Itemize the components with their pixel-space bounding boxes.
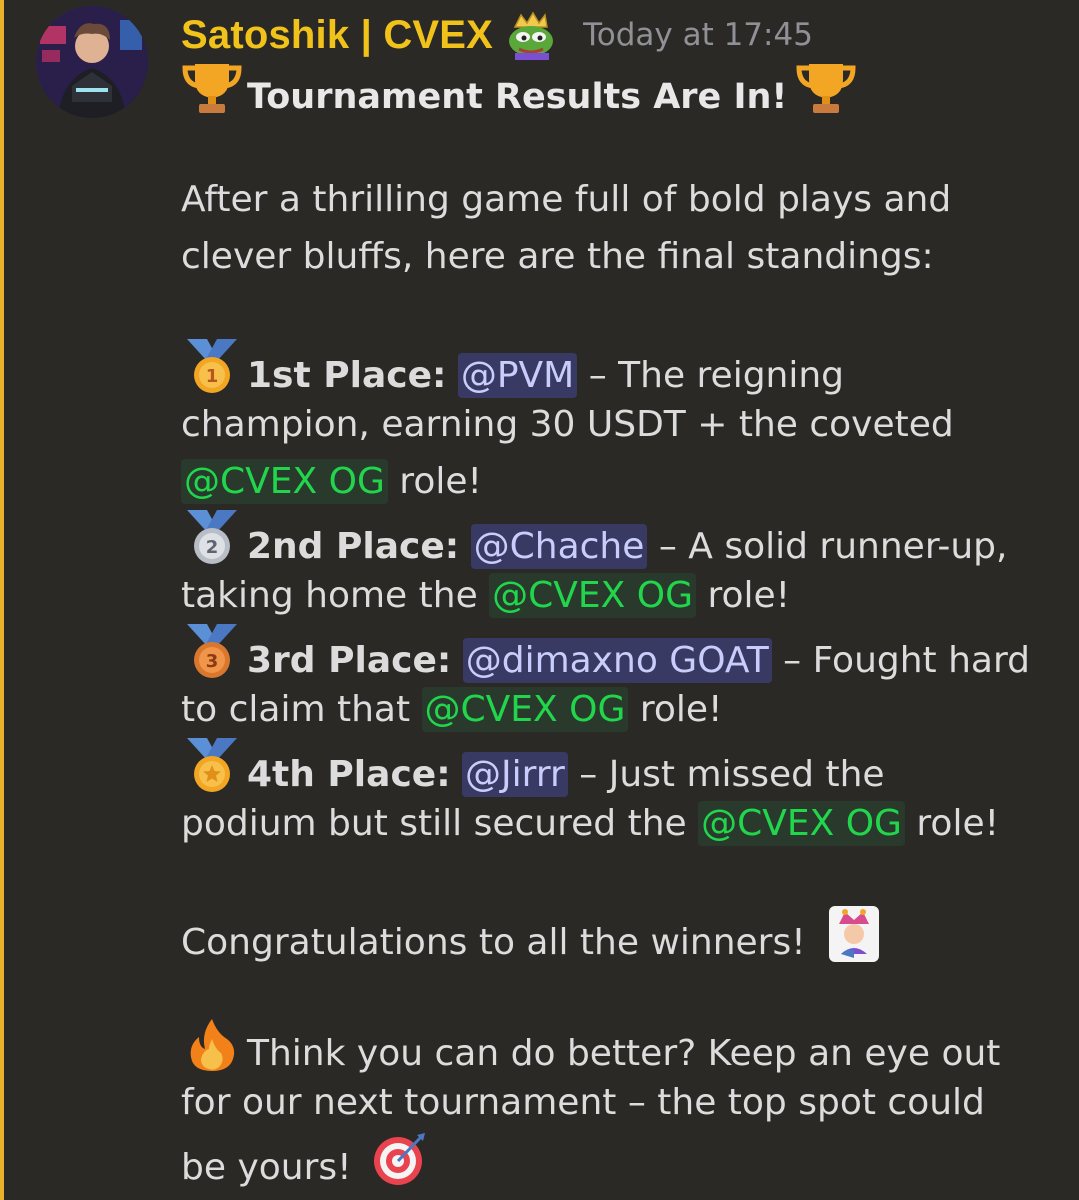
place-text: role! — [696, 575, 791, 616]
second-place-medal-icon: 2 — [181, 510, 243, 566]
place-text: role! — [904, 803, 1000, 844]
place-row-4-cont: podium but still secured the @CVEX OG ro… — [181, 795, 1061, 852]
place-text: role! — [387, 461, 482, 502]
place-row-3: 3 3rd Place: @dimaxno GOAT – Fought hard — [181, 624, 1061, 683]
title-text: Tournament Results Are In! — [247, 77, 788, 117]
place-text: taking home the — [181, 575, 490, 616]
role-mention-cvex-og[interactable]: @CVEX OG — [489, 573, 697, 618]
outro-line-3: be yours! — [181, 1131, 1061, 1188]
outro-line-2: for our next tournament – the top spot c… — [181, 1082, 985, 1123]
user-mention-dimaxno-goat[interactable]: @dimaxno GOAT — [462, 638, 772, 683]
trophy-icon — [795, 60, 857, 116]
sports-medal-icon — [181, 738, 243, 794]
place-row-2-cont: taking home the @CVEX OG role! — [181, 567, 1061, 624]
place-row-1: 1 1st Place: @PVM – The reigning — [181, 339, 1061, 398]
mention-highlight-bar — [0, 0, 4, 1200]
place-row-3-cont: to claim that @CVEX OG role! — [181, 681, 1061, 738]
svg-text:2: 2 — [206, 537, 219, 558]
place-text: podium but still secured the — [181, 803, 699, 844]
role-mention-cvex-og[interactable]: @CVEX OG — [421, 687, 629, 732]
role-mention-cvex-og[interactable]: @CVEX OG — [181, 459, 388, 504]
intro-line-1: After a thrilling game full of bold play… — [181, 179, 952, 220]
place-label: 1st Place: — [247, 355, 447, 396]
place-text: to claim that — [181, 689, 422, 730]
pepe-king-role-icon — [501, 9, 557, 61]
fire-icon — [181, 1017, 243, 1073]
place-row-1-cont: champion, earning 30 USDT + the coveted — [181, 404, 954, 445]
place-row-2: 2 2nd Place: @Chache – A solid runner-up… — [181, 510, 1061, 569]
user-mention-pvm[interactable]: @PVM — [457, 353, 578, 398]
place-row-4: 4th Place: @Jirrr – Just missed the — [181, 738, 1061, 797]
message-timestamp: Today at 17:45 — [583, 17, 813, 53]
user-mention-chache[interactable]: @Chache — [470, 524, 648, 569]
intro-line-2: clever bluffs, here are the final standi… — [181, 236, 934, 277]
third-place-medal-icon: 3 — [181, 624, 243, 680]
place-text: – The reigning — [577, 355, 845, 396]
title-line: Tournament Results Are In! — [181, 60, 1061, 117]
place-label: 4th Place: — [247, 754, 451, 795]
place-row-1-role: @CVEX OG role! — [181, 453, 1061, 510]
place-text: – Fought hard — [771, 640, 1031, 681]
place-text: – A solid runner-up, — [647, 526, 1008, 567]
place-label: 2nd Place: — [247, 526, 460, 567]
message-content: Tournament Results Are In! After a thril… — [181, 60, 1061, 1188]
place-text: – Just missed the — [567, 754, 885, 795]
place-text: role! — [628, 689, 723, 730]
outro-text: Think you can do better? Keep an eye out — [247, 1033, 1001, 1074]
outro-text: be yours! — [181, 1147, 352, 1188]
user-mention-jirrr[interactable]: @Jirrr — [462, 752, 568, 797]
message-header: Satoshik | CVEX Today at 17:45 — [181, 6, 1061, 64]
message-body: Satoshik | CVEX Today at 17:45 Tournamen… — [181, 6, 1061, 1188]
message-frame: Satoshik | CVEX Today at 17:45 Tournamen… — [0, 0, 1079, 1200]
svg-text:1: 1 — [206, 366, 219, 387]
first-place-medal-icon: 1 — [181, 339, 243, 395]
trophy-icon — [181, 60, 243, 116]
author-name[interactable]: Satoshik | CVEX — [181, 13, 493, 58]
role-mention-cvex-og[interactable]: @CVEX OG — [698, 801, 905, 846]
joker-card-icon — [823, 906, 885, 962]
svg-text:3: 3 — [206, 651, 219, 672]
congrats-line: Congratulations to all the winners! — [181, 906, 1061, 963]
direct-hit-icon — [367, 1131, 429, 1187]
avatar[interactable] — [36, 6, 148, 118]
place-label: 3rd Place: — [247, 640, 452, 681]
outro-line-1: Think you can do better? Keep an eye out — [181, 1017, 1061, 1074]
congrats-text: Congratulations to all the winners! — [181, 922, 806, 963]
